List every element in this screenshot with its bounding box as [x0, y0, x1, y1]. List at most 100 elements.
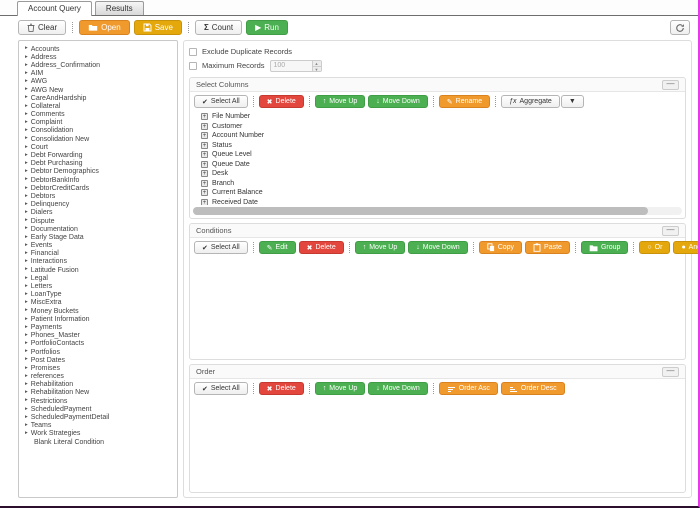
conditions-or-button[interactable]: ○Or: [639, 241, 670, 254]
order-select-all-button[interactable]: ✔Select All: [194, 382, 248, 395]
tree-item[interactable]: ▸ Dialers: [21, 209, 175, 217]
column-item[interactable]: Customer: [190, 122, 685, 132]
column-item[interactable]: Queue Level: [190, 150, 685, 160]
tree-item[interactable]: ▸ Payments: [21, 323, 175, 331]
order-move-up-button[interactable]: ↑Move Up: [315, 382, 366, 395]
collapse-button[interactable]: —: [662, 80, 679, 90]
collapse-button[interactable]: —: [662, 367, 679, 377]
tree-item[interactable]: ▸ Latitude Fusion: [21, 266, 175, 274]
tree-item[interactable]: ▸ Rehabilitation: [21, 381, 175, 389]
tree-item[interactable]: ▸ Portfolios: [21, 348, 175, 356]
columns-move-up-button[interactable]: ↑Move Up: [315, 95, 366, 108]
tree-item[interactable]: ▸ Patient Information: [21, 315, 175, 323]
tree-item[interactable]: ▸ DebtorCreditCards: [21, 184, 175, 192]
column-item[interactable]: Desk: [190, 169, 685, 179]
maximum-records-input[interactable]: [271, 61, 312, 71]
expand-plus-icon[interactable]: [201, 170, 208, 177]
conditions-paste-button[interactable]: Paste: [525, 241, 570, 254]
tree-item[interactable]: ▸ ScheduledPayment: [21, 405, 175, 413]
count-button[interactable]: Σ Count: [195, 20, 242, 35]
tree-item[interactable]: ▸ LoanType: [21, 291, 175, 299]
tree-item[interactable]: ▸ references: [21, 373, 175, 381]
column-item[interactable]: Received Date: [190, 198, 685, 206]
column-item[interactable]: Branch: [190, 179, 685, 189]
tree-item[interactable]: ▸ ScheduledPaymentDetail: [21, 413, 175, 421]
tree-item[interactable]: ▸ AWG: [21, 78, 175, 86]
collapse-button[interactable]: —: [662, 226, 679, 236]
tree-item[interactable]: ▸ Consolidation New: [21, 135, 175, 143]
tree-item[interactable]: ▸ Accounts: [21, 45, 175, 53]
tree-item[interactable]: ▸ Events: [21, 242, 175, 250]
expand-plus-icon[interactable]: [201, 151, 208, 158]
column-item[interactable]: File Number: [190, 112, 685, 122]
tree-item[interactable]: ▸ Early Stage Data: [21, 233, 175, 241]
column-item[interactable]: Queue Date: [190, 160, 685, 170]
column-item[interactable]: Current Balance: [190, 188, 685, 198]
conditions-group-button[interactable]: Group: [581, 241, 628, 254]
tree-item[interactable]: ▸ Comments: [21, 111, 175, 119]
columns-aggregate-button[interactable]: ƒxAggregate: [501, 95, 560, 108]
tree-item[interactable]: ▸ Legal: [21, 274, 175, 282]
tree-item[interactable]: ▸ Complaint: [21, 119, 175, 127]
tree-item[interactable]: ▸ Consolidation: [21, 127, 175, 135]
column-item[interactable]: Status: [190, 141, 685, 151]
expand-plus-icon[interactable]: [201, 142, 208, 149]
save-button[interactable]: Save: [134, 20, 182, 35]
tree-item[interactable]: ▸ AIM: [21, 70, 175, 78]
expand-plus-icon[interactable]: [201, 161, 208, 168]
columns-select-all-button[interactable]: ✔Select All: [194, 95, 248, 108]
tab-results[interactable]: Results: [95, 1, 144, 15]
tab-account-query[interactable]: Account Query: [17, 1, 92, 16]
clear-button[interactable]: Clear: [18, 20, 66, 35]
tree-item[interactable]: ▸ Debt Forwarding: [21, 151, 175, 159]
tree-item[interactable]: ▸ AWG New: [21, 86, 175, 94]
maximum-records-checkbox[interactable]: [189, 62, 197, 70]
columns-move-down-button[interactable]: ↓Move Down: [368, 95, 427, 108]
tree-item[interactable]: ▸ Restrictions: [21, 397, 175, 405]
tree-item[interactable]: ▸ Documentation: [21, 225, 175, 233]
conditions-copy-button[interactable]: Copy: [479, 241, 522, 254]
tree-item[interactable]: ▸ CareAndHardship: [21, 94, 175, 102]
expand-plus-icon[interactable]: [201, 132, 208, 139]
expand-plus-icon[interactable]: [201, 113, 208, 120]
column-item[interactable]: Account Number: [190, 131, 685, 141]
columns-rename-button[interactable]: ✎Rename: [439, 95, 490, 108]
tree-item[interactable]: ▸ Promises: [21, 364, 175, 372]
open-button[interactable]: Open: [79, 20, 130, 35]
tree-item[interactable]: ▸ Work Strategies: [21, 430, 175, 438]
tree-item[interactable]: ▸ Letters: [21, 282, 175, 290]
expand-plus-icon[interactable]: [201, 180, 208, 187]
tree-item[interactable]: ▸ Court: [21, 143, 175, 151]
order-desc-button[interactable]: Order Desc: [501, 382, 565, 395]
exclude-duplicates-checkbox[interactable]: [189, 48, 197, 56]
tree-item[interactable]: ▸ Money Buckets: [21, 307, 175, 315]
tree-item[interactable]: ▸ Rehabilitation New: [21, 389, 175, 397]
conditions-select-all-button[interactable]: ✔Select All: [194, 241, 248, 254]
expand-plus-icon[interactable]: [201, 189, 208, 196]
tree-item[interactable]: ▸ Collateral: [21, 102, 175, 110]
columns-delete-button[interactable]: ✖Delete: [259, 95, 304, 108]
tree-item[interactable]: ▸ Debtor Demographics: [21, 168, 175, 176]
refresh-button[interactable]: [670, 20, 690, 35]
tree-item[interactable]: ▸ Interactions: [21, 258, 175, 266]
run-button[interactable]: ▶ Run: [246, 20, 288, 35]
order-asc-button[interactable]: Order Asc: [439, 382, 498, 395]
tree-item[interactable]: ▸ Address_Confirmation: [21, 61, 175, 69]
conditions-move-down-button[interactable]: ↓Move Down: [408, 241, 467, 254]
scrollbar-thumb[interactable]: [193, 207, 648, 215]
order-move-down-button[interactable]: ↓Move Down: [368, 382, 427, 395]
conditions-move-up-button[interactable]: ↑Move Up: [355, 241, 406, 254]
tree-item[interactable]: ▸ Debtors: [21, 192, 175, 200]
tree-item[interactable]: ▸ Teams: [21, 422, 175, 430]
tree-item[interactable]: ▸ DebtorBankInfo: [21, 176, 175, 184]
expand-plus-icon[interactable]: [201, 123, 208, 130]
conditions-edit-button[interactable]: ✎Edit: [259, 241, 296, 254]
conditions-and-button[interactable]: ●And: [673, 241, 700, 254]
order-delete-button[interactable]: ✖Delete: [259, 382, 304, 395]
expand-plus-icon[interactable]: [201, 199, 208, 205]
tree-item[interactable]: ▸ MiscExtra: [21, 299, 175, 307]
aggregate-dropdown-button[interactable]: ▼: [561, 95, 584, 108]
tree-item-blank-literal-condition[interactable]: Blank Literal Condition: [21, 438, 175, 446]
tree-item[interactable]: ▸ Dispute: [21, 217, 175, 225]
tree-item[interactable]: ▸ Debt Purchasing: [21, 160, 175, 168]
